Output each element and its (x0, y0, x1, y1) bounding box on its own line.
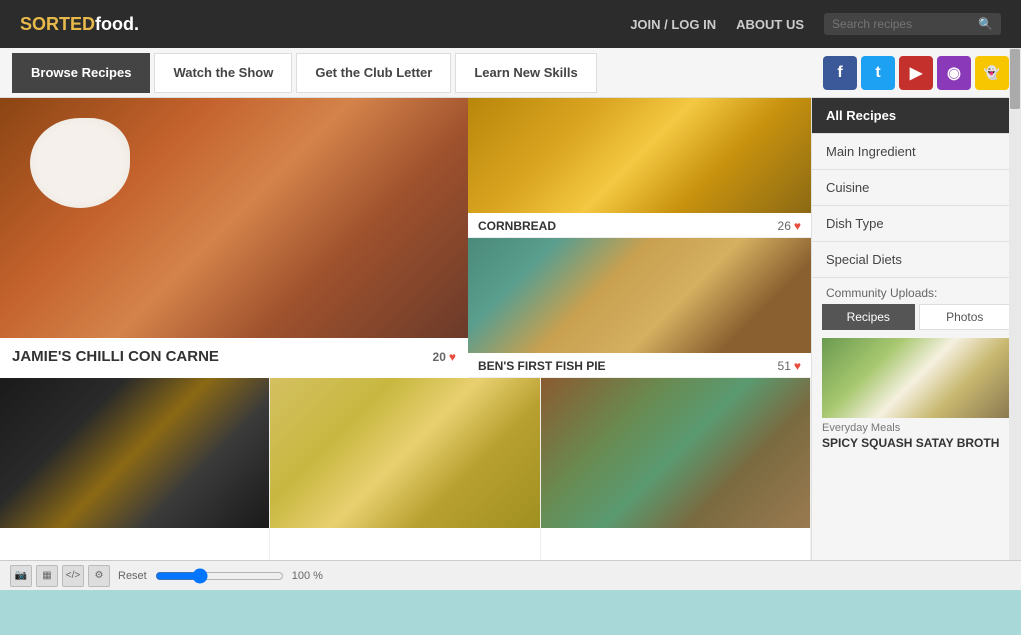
zoom-slider[interactable] (155, 568, 284, 584)
recipe-bottom-1-image (0, 378, 269, 528)
toolbar-code-icon[interactable]: </> (62, 565, 84, 587)
zoom-level: 100 % (292, 570, 323, 582)
community-card-image (822, 338, 1011, 418)
logo-food: food. (95, 14, 139, 34)
toolbar-grid-icon[interactable]: ▦ (36, 565, 58, 587)
community-tab-photos[interactable]: Photos (919, 304, 1012, 330)
fishpie-title: BEN'S FIRST FISH PIE (478, 359, 606, 373)
sidebar-special-diets[interactable]: Special Diets (812, 242, 1021, 278)
featured-recipe[interactable]: JAMIE'S CHILLI CON CARNE 20 ♥ (0, 98, 468, 378)
community-tabs: Recipes Photos (822, 304, 1011, 330)
toolbar-settings-icon[interactable]: ⚙ (88, 565, 110, 587)
nav-browse-recipes[interactable]: Browse Recipes (12, 53, 150, 93)
social-icons-bar: f t ▶ ◉ 👻 (823, 56, 1009, 90)
cornbread-recipe[interactable]: CORNBREAD 26 ♥ (468, 98, 811, 238)
fishpie-image (468, 238, 811, 353)
community-card[interactable]: Everyday Meals SPICY SQUASH SATAY BROTH (822, 338, 1011, 450)
youtube-icon[interactable]: ▶ (899, 56, 933, 90)
fishpie-info: BEN'S FIRST FISH PIE 51 ♥ (468, 353, 811, 378)
recipe-grid: JAMIE'S CHILLI CON CARNE 20 ♥ CORNBREAD (0, 98, 811, 590)
featured-recipe-title-bar: JAMIE'S CHILLI CON CARNE 20 ♥ (0, 338, 468, 375)
logo-sorted: SORTED (20, 14, 95, 34)
fishpie-recipe[interactable]: BEN'S FIRST FISH PIE 51 ♥ (468, 238, 811, 378)
sidebar-dish-type[interactable]: Dish Type (812, 206, 1021, 242)
facebook-icon[interactable]: f (823, 56, 857, 90)
join-login-link[interactable]: JOIN / LOG IN (630, 17, 716, 32)
recipe-bottom-row (0, 378, 811, 588)
header-nav: JOIN / LOG IN ABOUT US (630, 17, 804, 32)
recipe-bottom-3[interactable] (541, 378, 811, 588)
cornbread-heart-icon: ♥ (794, 219, 801, 233)
sidebar-cuisine[interactable]: Cuisine (812, 170, 1021, 206)
recipe-bottom-3-image (541, 378, 810, 528)
cornbread-likes: 26 ♥ (778, 219, 801, 233)
cornbread-title: CORNBREAD (478, 219, 556, 233)
search-box: 🔍 (824, 13, 1001, 35)
recipe-right-column: CORNBREAD 26 ♥ BEN'S FIRST FISH PIE (468, 98, 811, 378)
snapchat-icon[interactable]: 👻 (975, 56, 1009, 90)
about-us-link[interactable]: ABOUT US (736, 17, 804, 32)
sidebar: All Recipes Main Ingredient Cuisine Dish… (811, 98, 1021, 590)
toolbar-icons: 📷 ▦ </> ⚙ (10, 565, 110, 587)
sidebar-all-recipes[interactable]: All Recipes (812, 98, 1021, 134)
featured-recipe-title: JAMIE'S CHILLI CON CARNE (12, 348, 219, 365)
toolbar-reset-label[interactable]: Reset (118, 570, 147, 582)
nav-watch-show[interactable]: Watch the Show (154, 53, 292, 93)
community-card-title: SPICY SQUASH SATAY BROTH (822, 436, 1011, 450)
recipe-bottom-2-image (270, 378, 539, 528)
community-card-category: Everyday Meals (822, 418, 1011, 436)
recipe-bottom-1[interactable] (0, 378, 270, 588)
main-content: JAMIE'S CHILLI CON CARNE 20 ♥ CORNBREAD (0, 98, 1021, 590)
search-icon: 🔍 (978, 17, 993, 31)
twitter-icon[interactable]: t (861, 56, 895, 90)
community-tab-recipes[interactable]: Recipes (822, 304, 915, 330)
scrollbar[interactable] (1009, 98, 1021, 590)
scrollbar-thumb[interactable] (1010, 98, 1020, 109)
bottom-toolbar: 📷 ▦ </> ⚙ Reset 100 % (0, 560, 1021, 590)
community-uploads-label: Community Uploads: (812, 278, 1021, 304)
search-input[interactable] (832, 17, 972, 31)
cornbread-image (468, 98, 811, 213)
site-logo[interactable]: SORTEDfood. (20, 14, 139, 35)
nav-club-letter[interactable]: Get the Club Letter (296, 53, 451, 93)
site-header: SORTEDfood. JOIN / LOG IN ABOUT US 🔍 (0, 0, 1021, 48)
nav-learn-skills[interactable]: Learn New Skills (455, 53, 596, 93)
sidebar-main-ingredient[interactable]: Main Ingredient (812, 134, 1021, 170)
nav-bar: Browse Recipes Watch the Show Get the Cl… (0, 48, 1021, 98)
featured-like-count: 20 ♥ (433, 350, 456, 364)
toolbar-camera-icon[interactable]: 📷 (10, 565, 32, 587)
instagram-icon[interactable]: ◉ (937, 56, 971, 90)
recipe-bottom-2[interactable] (270, 378, 540, 588)
fishpie-heart-icon: ♥ (794, 359, 801, 373)
featured-recipe-image (0, 98, 468, 338)
cornbread-info: CORNBREAD 26 ♥ (468, 213, 811, 238)
heart-icon: ♥ (449, 350, 456, 364)
fishpie-likes: 51 ♥ (778, 359, 801, 373)
